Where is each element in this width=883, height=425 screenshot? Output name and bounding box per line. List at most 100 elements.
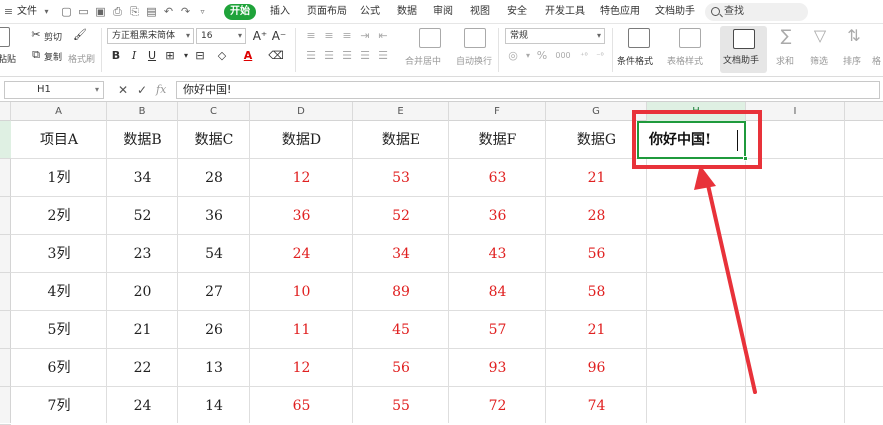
wrap-text-button[interactable]: 自动换行 — [456, 54, 492, 67]
redo-icon[interactable]: ↷ — [179, 5, 192, 18]
font-color-button[interactable]: A — [240, 48, 256, 64]
table-cell[interactable]: 20 — [107, 273, 178, 311]
font-size-select[interactable]: 16 ▾ — [196, 28, 246, 44]
table-cell[interactable]: 24 — [250, 235, 353, 273]
paste-button[interactable]: 粘贴 — [0, 52, 16, 65]
open-folder-icon[interactable]: ▭ — [77, 5, 90, 18]
table-cell[interactable]: 74 — [546, 387, 647, 423]
table-cell[interactable]: 11 — [250, 311, 353, 349]
decrease-font-icon[interactable]: A⁻ — [271, 28, 287, 44]
tab-security[interactable]: 安全 — [507, 0, 527, 24]
filter-icon[interactable]: ▽ — [812, 28, 828, 44]
table-cell[interactable]: 13 — [178, 349, 250, 387]
table-cell[interactable]: 3列 — [11, 235, 107, 273]
table-cell[interactable]: 36 — [250, 197, 353, 235]
copy-icon[interactable]: ⧉ — [28, 47, 44, 63]
table-cell[interactable]: 36 — [178, 197, 250, 235]
print-preview-icon[interactable]: ⎙ — [111, 5, 124, 18]
table-cell[interactable]: 43 — [449, 235, 546, 273]
borders-icon[interactable]: ⊞ — [162, 48, 178, 64]
table-cell[interactable]: 58 — [546, 273, 647, 311]
sum-icon[interactable]: ∑ — [778, 28, 794, 44]
table-cell[interactable]: 56 — [546, 235, 647, 273]
header-cell[interactable]: 数据C — [178, 121, 250, 159]
tab-view[interactable]: 视图 — [470, 0, 490, 24]
copy-button[interactable]: 复制 — [44, 50, 62, 63]
select-all-corner[interactable] — [0, 102, 11, 121]
tab-data[interactable]: 数据 — [397, 0, 417, 24]
tab-review[interactable]: 审阅 — [433, 0, 453, 24]
table-cell[interactable]: 45 — [353, 311, 449, 349]
align-center-icon[interactable]: ☰ — [321, 48, 337, 64]
format-painter-icon[interactable]: 🖌 — [72, 27, 88, 43]
align-top-icon[interactable]: ≡ — [303, 28, 319, 44]
export-pdf-icon[interactable]: ▤ — [145, 5, 158, 18]
tab-special-apps[interactable]: 特色应用 — [600, 0, 640, 24]
bold-button[interactable]: B — [108, 48, 124, 64]
scissors-icon[interactable]: ✂ — [28, 27, 44, 43]
header-cell[interactable]: 数据E — [353, 121, 449, 159]
table-cell[interactable]: 34 — [353, 235, 449, 273]
thousands-button[interactable]: 000 — [552, 48, 574, 64]
row-header-1[interactable] — [0, 121, 11, 159]
tab-doc-helper[interactable]: 文档助手 — [655, 0, 695, 24]
sort-button[interactable]: 排序 — [843, 54, 861, 67]
table-cell[interactable]: 12 — [250, 349, 353, 387]
conditional-format-button[interactable]: 条件格式 — [617, 54, 653, 67]
header-cell[interactable]: 数据B — [107, 121, 178, 159]
table-cell[interactable]: 93 — [449, 349, 546, 387]
decrease-decimal-icon[interactable]: ⁻⁰ — [592, 48, 608, 64]
table-cell[interactable]: 5列 — [11, 311, 107, 349]
table-cell[interactable]: 72 — [449, 387, 546, 423]
formula-input[interactable]: 你好中国! — [176, 81, 880, 99]
table-cell[interactable]: 57 — [449, 311, 546, 349]
cancel-icon[interactable]: ✕ — [118, 82, 128, 98]
doc-helper-button[interactable]: 文档助手 — [720, 26, 767, 73]
table-cell[interactable]: 10 — [250, 273, 353, 311]
column-header-c[interactable]: C — [178, 102, 250, 121]
tab-home[interactable]: 开始 — [224, 4, 256, 20]
table-cell[interactable]: 21 — [107, 311, 178, 349]
header-cell[interactable]: 项目A — [11, 121, 107, 159]
table-cell[interactable]: 12 — [250, 159, 353, 197]
align-middle-icon[interactable]: ≡ — [321, 28, 337, 44]
table-cell[interactable]: 7列 — [11, 387, 107, 423]
table-cell[interactable]: 55 — [353, 387, 449, 423]
merge-center-button[interactable]: 合并居中 — [405, 54, 441, 67]
justify-icon[interactable]: ☰ — [357, 48, 373, 64]
fill-color-icon[interactable]: ◇ — [214, 48, 230, 64]
customize-toolbar-icon[interactable]: ▿ — [196, 5, 209, 18]
insert-function-button[interactable]: fx — [156, 82, 166, 98]
menu-icon[interactable]: ≡ — [2, 5, 15, 18]
sum-button[interactable]: 求和 — [776, 54, 794, 67]
table-cell[interactable]: 14 — [178, 387, 250, 423]
number-format-select[interactable]: 常规 ▾ — [505, 28, 605, 44]
table-cell[interactable]: 21 — [546, 311, 647, 349]
table-cell[interactable]: 53 — [353, 159, 449, 197]
table-cell[interactable]: 27 — [178, 273, 250, 311]
header-cell[interactable]: 数据D — [250, 121, 353, 159]
conditional-format-icon[interactable] — [628, 28, 650, 48]
table-style-button[interactable]: 表格样式 — [667, 54, 703, 67]
table-cell[interactable]: 63 — [449, 159, 546, 197]
table-cell[interactable]: 89 — [353, 273, 449, 311]
table-cell[interactable]: 1列 — [11, 159, 107, 197]
table-cell[interactable]: 28 — [178, 159, 250, 197]
align-right-icon[interactable]: ☰ — [339, 48, 355, 64]
format-button[interactable]: 格 — [872, 54, 881, 67]
column-header-d[interactable]: D — [250, 102, 353, 121]
table-cell[interactable]: 36 — [449, 197, 546, 235]
save-icon[interactable]: ▣ — [94, 5, 107, 18]
name-box[interactable]: H1 ▾ — [4, 81, 104, 99]
table-cell[interactable]: 65 — [250, 387, 353, 423]
outdent-icon[interactable]: ⇤ — [375, 28, 391, 44]
table-cell[interactable]: 6列 — [11, 349, 107, 387]
table-cell[interactable]: 23 — [107, 235, 178, 273]
table-cell[interactable]: 84 — [449, 273, 546, 311]
print-icon[interactable]: ⎘ — [128, 5, 141, 18]
undo-icon[interactable]: ↶ — [162, 5, 175, 18]
align-left-icon[interactable]: ☰ — [303, 48, 319, 64]
column-header-a[interactable]: A — [11, 102, 107, 121]
increase-font-icon[interactable]: A⁺ — [252, 28, 268, 44]
search-input[interactable]: 查找 — [705, 3, 808, 21]
